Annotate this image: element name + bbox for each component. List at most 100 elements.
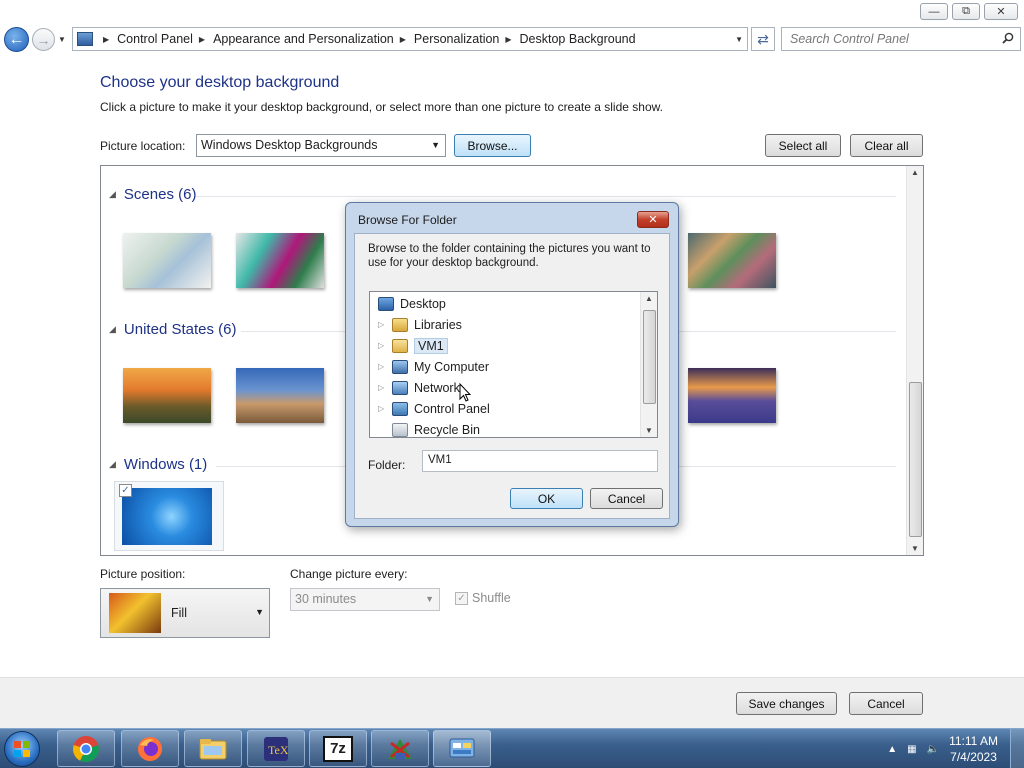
taskbar-firefox[interactable]	[121, 730, 179, 767]
back-button[interactable]: ←	[4, 27, 29, 52]
windows-logo-wallpaper	[122, 488, 212, 545]
restore-button[interactable]: ⧉	[952, 3, 980, 20]
ok-button[interactable]: OK	[510, 488, 583, 509]
breadcrumb-chevron-icon[interactable]: ▶	[505, 35, 511, 44]
wallpaper-thumbnail[interactable]	[236, 233, 324, 288]
page-subtitle: Click a picture to make it your desktop …	[100, 100, 663, 114]
breadcrumb-chevron-icon[interactable]: ▶	[400, 35, 406, 44]
restore-icon: ⧉	[962, 5, 970, 17]
windows-logo-icon	[14, 741, 30, 757]
tree-item-libraries[interactable]: ▷ Libraries	[378, 314, 462, 335]
7zip-icon: 7z	[323, 735, 353, 762]
close-icon: ✕	[996, 6, 1006, 18]
search-placeholder: Search Control Panel	[790, 32, 909, 46]
scrollbar-thumb[interactable]	[909, 382, 922, 537]
scroll-down-icon[interactable]: ▼	[645, 426, 653, 435]
folder-tree[interactable]: Desktop ▷ Libraries ▷ VM1 ▷ My Computer …	[369, 291, 658, 438]
close-window-button[interactable]: ✕	[984, 3, 1018, 20]
show-desktop-button[interactable]	[1010, 729, 1024, 768]
tree-item-label: VM1	[414, 337, 448, 354]
recent-pages-dropdown[interactable]: ▼	[58, 35, 66, 44]
expand-triangle-icon[interactable]: ▷	[378, 362, 388, 371]
forward-button[interactable]: →	[32, 28, 55, 51]
volume-muted-icon[interactable]: 🔈	[927, 744, 939, 755]
group-header-united-states[interactable]: ◢ United States (6)	[109, 321, 236, 338]
tree-item-network[interactable]: ▷ Network	[378, 377, 460, 398]
cancel-button[interactable]: Cancel	[849, 692, 923, 715]
network-status-icon[interactable]: ▦	[907, 744, 916, 755]
group-header-windows[interactable]: ◢ Windows (1)	[109, 456, 207, 473]
shuffle-option[interactable]: ✓ Shuffle	[455, 591, 511, 605]
browse-button[interactable]: Browse...	[454, 134, 531, 157]
picture-location-value: Windows Desktop Backgrounds	[201, 138, 378, 152]
folder-tree-scrollbar[interactable]: ▲ ▼	[640, 292, 657, 437]
address-bar[interactable]: ▶ Control Panel ▶ Appearance and Persona…	[72, 27, 748, 51]
search-input[interactable]: Search Control Panel	[781, 27, 1021, 51]
tree-item-vm1[interactable]: ▷ VM1	[378, 335, 448, 356]
picture-list-scrollbar[interactable]: ▲ ▼	[906, 166, 923, 555]
taskbar-file-explorer[interactable]	[184, 730, 242, 767]
wallpaper-thumbnail-selected[interactable]: ✓	[114, 481, 224, 551]
group-header-scenes[interactable]: ◢ Scenes (6)	[109, 186, 196, 203]
footer-bar: Save changes Cancel	[0, 677, 1024, 728]
picture-location-label: Picture location:	[100, 139, 186, 153]
breadcrumb-personalization[interactable]: Personalization	[414, 32, 499, 46]
taskbar-texstudio[interactable]: TeX	[247, 730, 305, 767]
scroll-up-icon[interactable]: ▲	[911, 168, 919, 177]
expand-triangle-icon[interactable]: ▷	[378, 320, 388, 329]
wallpaper-thumbnail[interactable]	[123, 368, 211, 423]
collapse-triangle-icon[interactable]: ◢	[109, 459, 116, 470]
change-picture-select[interactable]: 30 minutes ▼	[290, 588, 440, 611]
clock[interactable]: 11:11 AM 7/4/2023	[949, 733, 998, 765]
tree-item-label: Recycle Bin	[414, 422, 480, 437]
taskbar-network-tool[interactable]	[371, 730, 429, 767]
breadcrumb-chevron-icon[interactable]: ▶	[103, 35, 109, 44]
expand-triangle-icon[interactable]: ▷	[378, 383, 388, 392]
back-arrow-icon: ←	[8, 30, 25, 48]
breadcrumb-control-panel[interactable]: Control Panel	[117, 32, 193, 46]
show-hidden-icons-icon[interactable]: ▲	[887, 744, 897, 755]
tree-item-label: Libraries	[414, 317, 462, 332]
refresh-button[interactable]: ⇄	[751, 27, 775, 51]
wallpaper-thumbnail[interactable]	[688, 368, 776, 423]
dialog-cancel-button[interactable]: Cancel	[590, 488, 663, 509]
taskbar-7zip[interactable]: 7z	[309, 730, 367, 767]
collapse-triangle-icon[interactable]: ◢	[109, 324, 116, 335]
tree-item-desktop[interactable]: Desktop	[378, 293, 446, 314]
network-tool-icon	[388, 738, 412, 759]
desktop-icon	[378, 296, 394, 311]
window-controls: — ⧉ ✕	[920, 3, 1018, 20]
system-tray: ▲ ▦ 🔈 11:11 AM 7/4/2023	[887, 729, 1024, 768]
wallpaper-thumbnail[interactable]	[688, 233, 776, 288]
folder-field[interactable]: VM1	[422, 450, 658, 472]
wallpaper-thumbnail[interactable]	[236, 368, 324, 423]
taskbar-control-panel[interactable]	[433, 730, 491, 767]
tree-item-recycle-bin[interactable]: Recycle Bin	[378, 419, 480, 437]
scroll-up-icon[interactable]: ▲	[645, 294, 653, 303]
select-all-button[interactable]: Select all	[765, 134, 841, 157]
breadcrumb-appearance[interactable]: Appearance and Personalization	[213, 32, 394, 46]
selected-checkbox[interactable]: ✓	[119, 484, 132, 497]
collapse-triangle-icon[interactable]: ◢	[109, 189, 116, 200]
scroll-down-icon[interactable]: ▼	[911, 544, 919, 553]
save-changes-button[interactable]: Save changes	[736, 692, 837, 715]
address-dropdown-icon[interactable]: ▼	[735, 35, 743, 44]
breadcrumb-desktop-background[interactable]: Desktop Background	[520, 32, 636, 46]
expand-triangle-icon[interactable]: ▷	[378, 404, 388, 413]
dialog-close-button[interactable]: ✕	[637, 211, 669, 228]
taskbar-chrome[interactable]	[57, 730, 115, 767]
browse-folder-dialog: Browse For Folder ✕ Browse to the folder…	[345, 202, 679, 527]
breadcrumb-chevron-icon[interactable]: ▶	[199, 35, 205, 44]
chevron-down-icon: ▼	[255, 607, 264, 617]
expand-triangle-icon[interactable]: ▷	[378, 341, 388, 350]
group-label: Windows (1)	[123, 456, 208, 473]
picture-location-select[interactable]: Windows Desktop Backgrounds ▼	[196, 134, 446, 157]
start-button[interactable]	[4, 731, 40, 767]
minimize-button[interactable]: —	[920, 3, 948, 20]
shuffle-checkbox[interactable]: ✓	[455, 591, 468, 605]
wallpaper-thumbnail[interactable]	[123, 233, 211, 288]
picture-position-select[interactable]: Fill ▼	[100, 588, 270, 638]
clear-all-button[interactable]: Clear all	[850, 134, 923, 157]
tree-item-my-computer[interactable]: ▷ My Computer	[378, 356, 489, 377]
scrollbar-thumb[interactable]	[643, 310, 656, 404]
